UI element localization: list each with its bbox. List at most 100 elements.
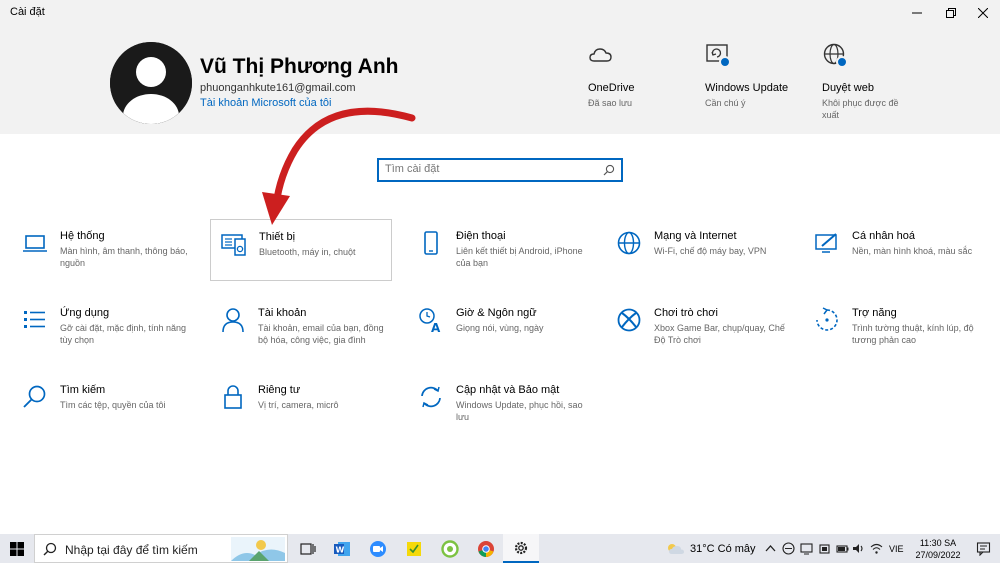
sticky-notes-icon <box>407 541 421 556</box>
update-sync-icon <box>418 384 444 410</box>
taskbar-search[interactable]: Nhập tại đây để tìm kiếm <box>34 534 288 563</box>
taskbar-search-text: Nhập tại đây để tìm kiếm <box>65 543 198 557</box>
tile-description: Gỡ cài đặt, mặc định, tính năng tùy chọn <box>60 323 186 345</box>
settings-tile-network[interactable]: Mạng và Internet Wi-Fi, chế độ máy bay, … <box>606 219 788 281</box>
quick-link-onedrive[interactable]: OneDrive Đã sao lưu <box>588 42 698 109</box>
tile-description: Liên kết thiết bị Android, iPhone của bạ… <box>456 246 583 268</box>
personalization-icon <box>814 230 840 256</box>
settings-tile-gaming[interactable]: Chơi trò chơi Xbox Game Bar, chụp/quay, … <box>606 296 788 358</box>
weather-cloud-icon[interactable] <box>666 542 686 555</box>
clock-date: 27/09/2022 <box>915 550 961 560</box>
volume-icon[interactable] <box>852 542 865 555</box>
microsoft-account-link[interactable]: Tài khoản Microsoft của tôi <box>200 97 331 109</box>
wifi-icon[interactable] <box>870 542 883 555</box>
settings-tile-ease-of-access[interactable]: Trợ năng Trình tường thuật, kính lúp, độ… <box>804 296 986 358</box>
tile-title: Ứng dụng <box>60 307 110 319</box>
tile-title: Riêng tư <box>258 384 301 396</box>
apps-list-icon <box>22 307 48 333</box>
task-view-icon <box>300 542 316 555</box>
tile-title: Trợ năng <box>852 307 897 319</box>
lock-icon <box>220 384 246 410</box>
user-email: phuonganhkute161@gmail.com <box>200 82 356 94</box>
network-status-icon[interactable] <box>782 542 795 555</box>
settings-tile-apps[interactable]: Ứng dụng Gỡ cài đặt, mặc định, tính năng… <box>12 296 194 358</box>
settings-tile-phone[interactable]: Điện thoại Liên kết thiết bị Android, iP… <box>408 219 590 281</box>
usb-device-icon[interactable] <box>818 542 831 555</box>
taskbar-coc-coc[interactable] <box>432 534 468 563</box>
tile-description: Tài khoản, email của bạn, đồng bộ hóa, c… <box>258 323 384 345</box>
keyboard-speaker-icon <box>221 231 247 257</box>
taskbar-sticky-notes[interactable] <box>396 534 432 563</box>
tile-description: Wi-Fi, chế độ máy bay, VPN <box>654 246 767 256</box>
taskbar-settings[interactable] <box>503 534 539 563</box>
settings-tile-update-security[interactable]: Cập nhật và Bảo mật Windows Update, phục… <box>408 373 590 435</box>
search-icon <box>22 384 48 410</box>
taskbar-task-view[interactable] <box>290 534 326 563</box>
settings-search-box[interactable] <box>377 158 623 182</box>
quick-link-windows-update[interactable]: Windows Update Cần chú ý <box>705 42 815 109</box>
search-icon[interactable] <box>603 164 615 176</box>
tile-description: Tìm các tệp, quyền của tôi <box>60 400 166 410</box>
quick-link-subtitle: Đã sao lưu <box>588 98 633 108</box>
settings-tile-system[interactable]: Hệ thống Màn hình, âm thanh, thông báo, … <box>12 219 194 281</box>
tile-title: Mạng và Internet <box>654 230 737 242</box>
quick-link-title: Duyệt web <box>822 82 874 94</box>
tile-description: Bluetooth, máy in, chuột <box>259 247 356 257</box>
close-button[interactable] <box>966 0 1000 26</box>
tile-title: Điện thoại <box>456 230 506 242</box>
restore-icon <box>946 8 956 18</box>
quick-link-subtitle: Cần chú ý <box>705 98 746 108</box>
settings-tile-personalization[interactable]: Cá nhân hoá Nền, màn hình khoá, màu sắc <box>804 219 994 281</box>
battery-icon[interactable] <box>836 542 849 555</box>
tile-description: Nền, màn hình khoá, màu sắc <box>852 246 973 256</box>
search-input[interactable] <box>385 163 595 175</box>
taskbar-word[interactable]: W <box>324 534 360 563</box>
settings-tile-accounts[interactable]: Tài khoản Tài khoản, email của bạn, đồng… <box>210 296 392 358</box>
tile-description: Giọng nói, vùng, ngày <box>456 323 544 333</box>
search-icon <box>43 542 57 556</box>
person-icon <box>220 307 246 333</box>
svg-text:A: A <box>431 321 441 333</box>
svg-text:W: W <box>336 545 345 554</box>
weather-text[interactable]: 31°C Có mây <box>690 543 756 555</box>
minimize-button[interactable] <box>900 0 934 26</box>
tile-title: Thiết bị <box>259 231 296 243</box>
chevron-up-icon[interactable] <box>764 542 777 555</box>
tile-description: Xbox Game Bar, chụp/quay, Chế Độ Trò chơ… <box>654 323 785 345</box>
tile-title: Tài khoản <box>258 307 307 319</box>
word-icon: W <box>334 541 350 556</box>
language-indicator[interactable]: VIE <box>889 544 904 554</box>
quick-link-title: Windows Update <box>705 82 789 94</box>
taskbar: Nhập tại đây để tìm kiếm W 31°C Có mây V… <box>0 534 1000 563</box>
settings-tile-devices[interactable]: Thiết bị Bluetooth, máy in, chuột <box>210 219 392 281</box>
minimize-icon <box>912 12 922 14</box>
globe-network-icon <box>616 230 642 256</box>
tile-title: Hệ thống <box>60 230 105 242</box>
maximize-button[interactable] <box>934 0 968 26</box>
ease-of-access-icon <box>814 307 840 333</box>
settings-tile-search[interactable]: Tìm kiếm Tìm các tệp, quyền của tôi <box>12 373 194 435</box>
start-button[interactable] <box>0 534 34 563</box>
chrome-icon <box>478 540 494 557</box>
clock[interactable]: 11:30 SA 27/09/2022 <box>910 537 966 561</box>
cloud-icon <box>588 42 614 68</box>
coc-coc-icon <box>441 539 459 558</box>
tile-title: Cập nhật và Bảo mật <box>456 384 560 396</box>
settings-tile-time-language[interactable]: A Giờ & Ngôn ngữ Giọng nói, vùng, ngày <box>408 296 590 358</box>
window-title: Cài đặt <box>10 6 45 18</box>
tile-description: Windows Update, phục hồi, sao lưu <box>456 400 583 422</box>
quick-link-browse[interactable]: Duyệt web Khôi phục được đề xuất <box>822 42 906 121</box>
tile-description: Trình tường thuật, kính lúp, độ tương ph… <box>852 323 974 345</box>
taskbar-chrome[interactable] <box>468 534 504 563</box>
notification-icon[interactable] <box>976 541 991 556</box>
tile-description: Vị trí, camera, micrô <box>258 400 339 410</box>
settings-tile-privacy[interactable]: Riêng tư Vị trí, camera, micrô <box>210 373 392 435</box>
tile-title: Giờ & Ngôn ngữ <box>456 307 537 319</box>
search-highlight-icon <box>231 537 285 561</box>
close-icon <box>978 8 988 18</box>
avatar[interactable] <box>110 42 192 124</box>
taskbar-zoom[interactable] <box>360 534 396 563</box>
monitor-icon[interactable] <box>800 542 813 555</box>
quick-link-title: OneDrive <box>588 82 635 94</box>
laptop-icon <box>22 230 48 256</box>
